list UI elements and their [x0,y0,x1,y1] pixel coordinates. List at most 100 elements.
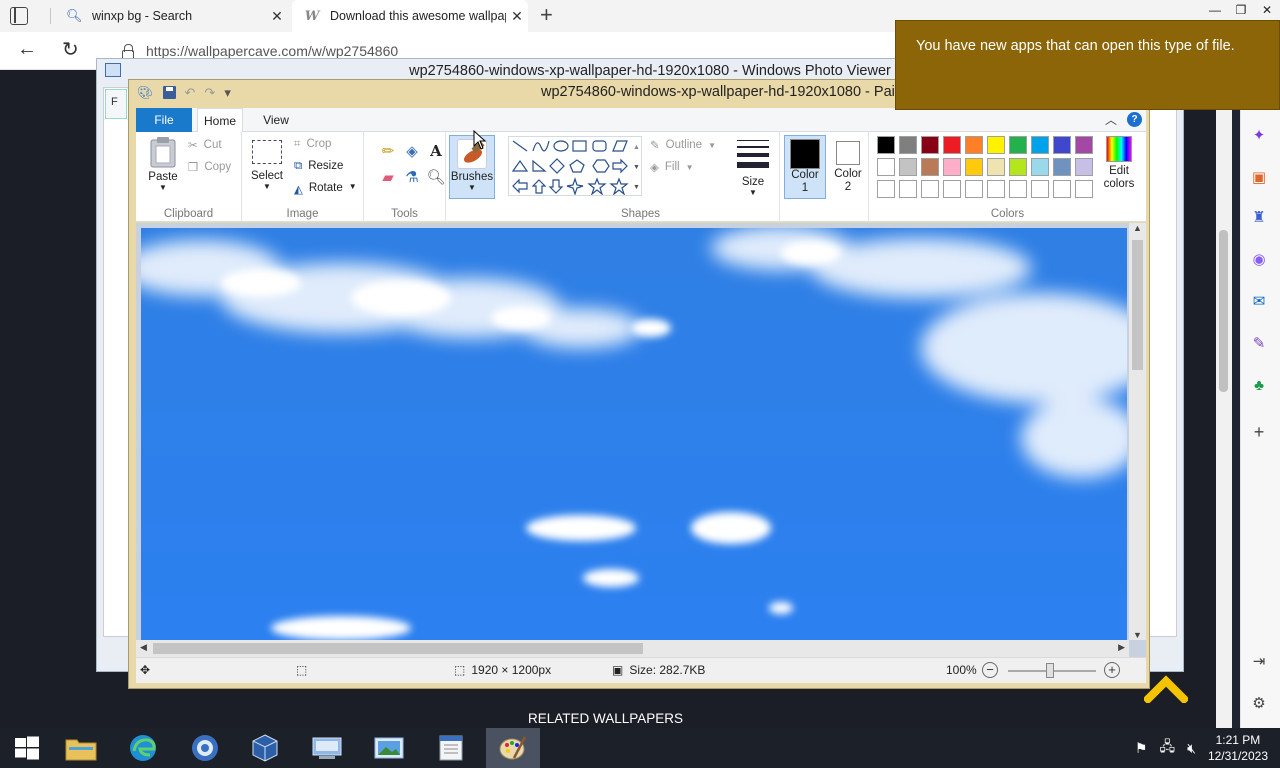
office-icon[interactable]: ◉ [1249,250,1269,270]
paste-button[interactable]: Paste ▼ [144,136,182,192]
palette-swatch[interactable] [965,180,983,198]
palette-swatch[interactable] [1009,158,1027,176]
palette-swatch[interactable] [877,136,895,154]
clock[interactable]: 1:21 PM 12/31/2023 [1208,732,1268,764]
start-button[interactable] [0,728,54,768]
taskbar-paint[interactable] [486,728,540,768]
palette-swatch[interactable] [1075,136,1093,154]
palette-swatch[interactable] [1075,180,1093,198]
volume-muted-icon[interactable]: 🔇︎ [1187,740,1196,757]
palette-swatch[interactable] [943,158,961,176]
back-button[interactable]: ← [17,38,37,61]
maximize-button[interactable]: ❐ [1228,0,1254,20]
magnifier-icon[interactable]: 🔍︎ [424,168,448,186]
edit-colors-button[interactable]: Edit colors [1097,136,1141,191]
canvas-hscrollbar[interactable]: ◀ ▶ [136,640,1129,657]
page-scrollbar-thumb[interactable] [1219,230,1228,392]
palette-swatch[interactable] [877,158,895,176]
palette-swatch[interactable] [921,136,939,154]
outlook-icon[interactable]: ✉ [1249,292,1269,312]
minimize-button[interactable]: — [1202,0,1228,20]
taskbar-photo-viewer[interactable] [362,728,416,768]
palette-swatch[interactable] [987,158,1005,176]
page-scrollbar[interactable] [1216,70,1232,728]
eraser-icon[interactable]: ▰ [376,168,400,186]
palette-swatch[interactable] [1053,158,1071,176]
rotate-button[interactable]: ◭ Rotate ▼ [294,182,357,196]
tab-file[interactable]: File [136,108,192,132]
tab-wallpaper[interactable]: W Download this awesome wallpaper ✕ [292,0,528,32]
tab-home[interactable]: Home [197,108,243,132]
tab-search[interactable]: 🔍︎ winxp bg - Search ✕ [54,0,288,32]
tab-actions-icon[interactable] [10,7,28,25]
palette-swatch[interactable] [1009,180,1027,198]
resize-button[interactable]: ⧉ Resize [294,160,343,173]
palette-swatch[interactable] [899,136,917,154]
size-button[interactable]: Size ▼ [730,138,776,197]
close-button[interactable]: ✕ [1254,0,1280,20]
taskbar-virtualbox[interactable] [238,728,292,768]
palette-swatch[interactable] [1031,136,1049,154]
palette-swatch[interactable] [1053,136,1071,154]
palette-swatch[interactable] [987,136,1005,154]
network-icon[interactable]: 🖧︎ [1159,736,1175,760]
palette-swatch[interactable] [965,136,983,154]
zoom-slider-thumb[interactable] [1046,663,1054,678]
sidebar-collapse-icon[interactable]: ⇥ [1249,652,1269,672]
taskbar-file-explorer[interactable] [54,728,108,768]
palette-swatch[interactable] [943,180,961,198]
taskbar-notepad[interactable] [424,728,478,768]
fill-button[interactable]: ◈ Fill ▼ [650,160,693,174]
designer-icon[interactable]: ✎ [1249,334,1269,354]
flag-icon[interactable]: ⚑ [1135,740,1148,757]
color-picker-icon[interactable]: ⚗ [400,168,424,186]
copy-button[interactable]: ❐ Copy [188,160,231,174]
palette-swatch[interactable] [1075,158,1093,176]
reload-button[interactable]: ↻ [62,37,79,62]
games-icon[interactable]: ♜ [1249,208,1269,228]
shopping-icon[interactable]: ▣ [1249,168,1269,188]
close-tab-icon[interactable]: ✕ [506,8,528,25]
select-button[interactable]: Select ▼ [248,140,286,191]
taskbar-browser[interactable] [178,728,232,768]
scroll-right-icon[interactable]: ▶ [1118,642,1125,653]
copilot-icon[interactable]: ✦ [1249,126,1269,146]
tab-view[interactable]: View [253,108,299,132]
taskbar-edge[interactable] [116,728,170,768]
palette-swatch[interactable] [899,180,917,198]
brushes-button[interactable]: Brushes ▼ [449,135,495,199]
outline-button[interactable]: ✎ Outline ▼ [650,138,716,152]
palette-swatch[interactable] [899,158,917,176]
pencil-icon[interactable]: ✏ [376,142,400,160]
text-tool-icon[interactable]: A [424,142,448,160]
settings-icon[interactable]: ⚙ [1249,694,1269,714]
scroll-up-icon[interactable]: ▲ [1129,223,1146,233]
crop-button[interactable]: ⌗ Crop [294,138,331,151]
add-sidebar-icon[interactable]: + [1249,422,1269,442]
palette-swatch[interactable] [1009,136,1027,154]
zoom-in-button[interactable]: + [1104,662,1120,678]
color1-button[interactable]: Color 1 [784,135,826,199]
photo-viewer-file-menu[interactable]: F [105,89,127,119]
palette-swatch[interactable] [987,180,1005,198]
palette-swatch[interactable] [1031,158,1049,176]
color2-button[interactable]: Color 2 [828,135,868,199]
tree-icon[interactable]: ♣ [1249,376,1269,396]
shapes-gallery[interactable]: ▲ ▼ ▼ [508,136,642,196]
new-tab-button[interactable]: + [540,4,553,26]
palette-swatch[interactable] [1031,180,1049,198]
paste-dropdown-icon[interactable]: ▼ [144,183,182,192]
palette-swatch[interactable] [943,136,961,154]
scroll-to-top-icon[interactable] [1144,673,1188,703]
palette-swatch[interactable] [877,180,895,198]
palette-swatch[interactable] [1053,180,1071,198]
select-dropdown-icon[interactable]: ▼ [248,182,286,191]
canvas-image[interactable] [141,228,1127,640]
canvas-vscroll-thumb[interactable] [1132,240,1143,370]
palette-swatch[interactable] [921,180,939,198]
taskbar-on-screen-keyboard[interactable] [300,728,354,768]
app-notification[interactable]: You have new apps that can open this typ… [895,20,1280,110]
canvas-vscrollbar[interactable]: ▲ ▼ [1129,223,1146,640]
zoom-out-button[interactable]: − [982,662,998,678]
scroll-down-icon[interactable]: ▼ [1129,630,1146,640]
